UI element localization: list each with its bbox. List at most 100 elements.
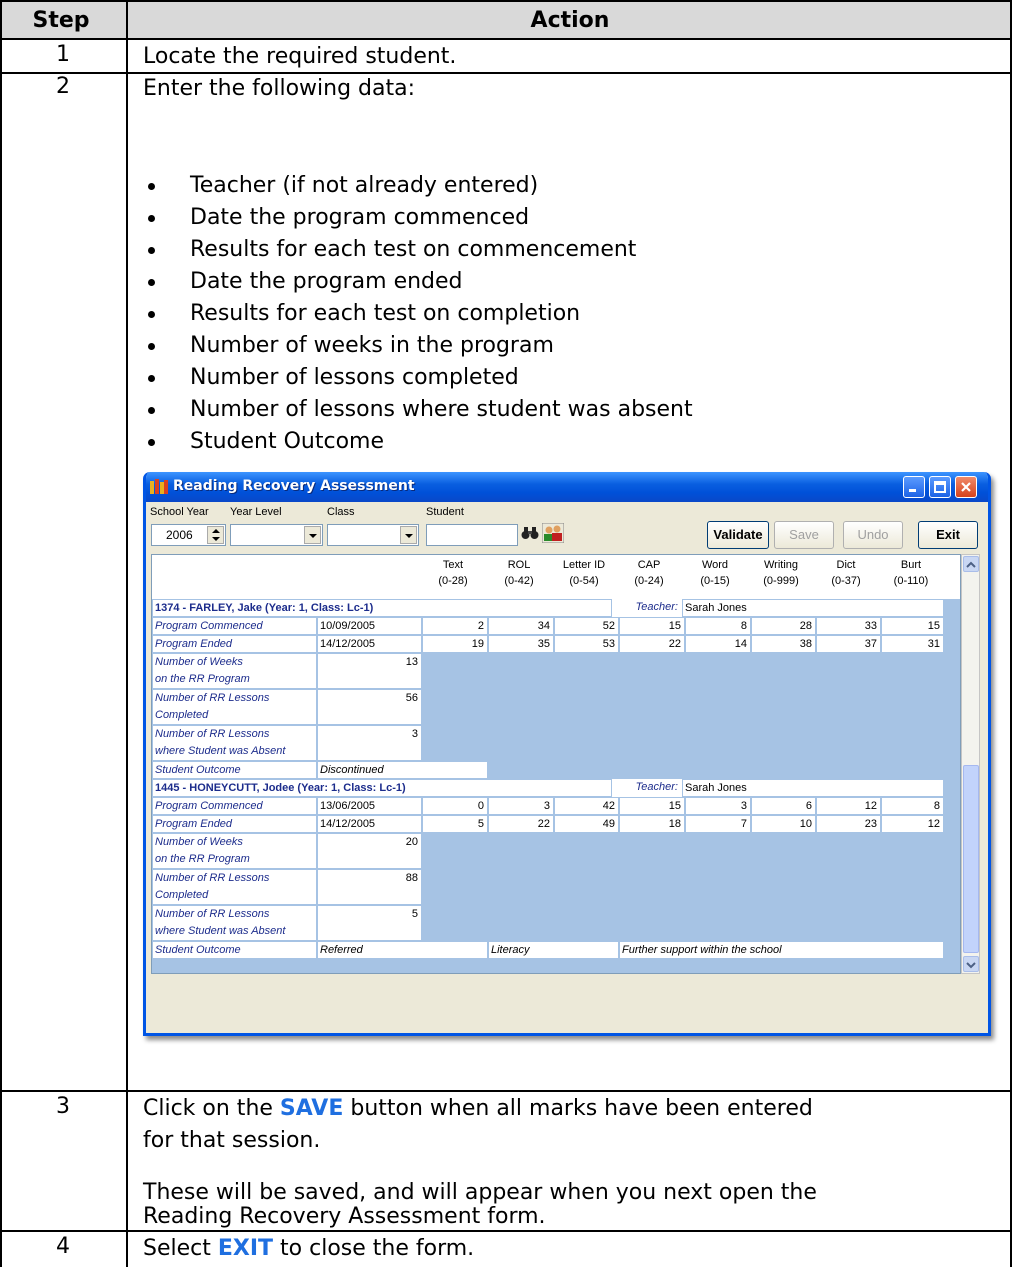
weeks-label: Number of Weeks on the RR Program <box>152 653 317 689</box>
lessons-field[interactable]: 88 <box>317 869 422 905</box>
table-border-top <box>0 0 1012 2</box>
lessons-field[interactable]: 56 <box>317 689 422 725</box>
score-field[interactable]: 3 <box>685 797 751 815</box>
step-text: Reading Recovery Assessment form. <box>143 1204 546 1229</box>
score-field[interactable]: 52 <box>554 617 619 635</box>
outcome-label: Student Outcome <box>152 941 317 959</box>
student-header[interactable]: 1445 - HONEYCUTT, Jodee (Year: 1, Class:… <box>152 779 612 797</box>
list-item: Date the program commenced <box>145 202 693 234</box>
undo-button[interactable]: Undo <box>843 521 903 549</box>
bullet-icon <box>148 439 155 446</box>
score-field[interactable]: 14 <box>685 635 751 653</box>
score-field[interactable]: 8 <box>881 797 944 815</box>
score-field[interactable]: 8 <box>685 617 751 635</box>
teacher-field[interactable]: Sarah Jones <box>682 779 944 797</box>
validate-button[interactable]: Validate <box>707 521 769 549</box>
window-title: Reading Recovery Assessment <box>173 478 415 494</box>
score-field[interactable]: 2 <box>422 617 488 635</box>
lessons-label: Number of RR Lessons Completed <box>152 689 317 725</box>
close-button[interactable] <box>955 476 977 498</box>
scroll-down-button[interactable] <box>963 956 979 972</box>
score-field[interactable]: 35 <box>488 635 554 653</box>
exit-keyword: EXIT <box>217 1236 274 1261</box>
score-field[interactable]: 22 <box>488 815 554 833</box>
student-header[interactable]: 1374 - FARLEY, Jake (Year: 1, Class: Lc-… <box>152 599 612 617</box>
column-header-dict: Dict (0-37) <box>831 559 861 587</box>
year-level-dropdown[interactable] <box>230 524 323 546</box>
score-field[interactable]: 49 <box>554 815 619 833</box>
outcome-field[interactable]: Discontinued <box>317 761 488 779</box>
outcome-label: Student Outcome <box>152 761 317 779</box>
vertical-scrollbar[interactable] <box>961 554 980 974</box>
commenced-date-field[interactable]: 13/06/2005 <box>317 797 422 815</box>
score-field[interactable]: 28 <box>751 617 816 635</box>
outcome-field[interactable]: Referred <box>317 941 488 959</box>
absent-field[interactable]: 5 <box>317 905 422 941</box>
list-item: Number of weeks in the program <box>145 330 693 362</box>
exit-button[interactable]: Exit <box>918 521 978 549</box>
class-dropdown[interactable] <box>327 524 419 546</box>
scroll-thumb[interactable] <box>963 765 979 953</box>
score-field[interactable]: 37 <box>816 635 881 653</box>
header-action: Action <box>530 8 610 33</box>
app-icon <box>150 479 168 494</box>
absent-field[interactable]: 3 <box>317 725 422 761</box>
people-icon[interactable] <box>542 523 564 543</box>
score-field[interactable]: 23 <box>816 815 881 833</box>
maximize-icon <box>934 481 946 493</box>
chevron-down-icon[interactable] <box>304 526 321 544</box>
list-item: Results for each test on completion <box>145 298 693 330</box>
ended-label: Program Ended <box>152 815 317 833</box>
weeks-field[interactable]: 20 <box>317 833 422 869</box>
minimize-button[interactable] <box>903 476 925 498</box>
score-field[interactable]: 31 <box>881 635 944 653</box>
score-field[interactable]: 42 <box>554 797 619 815</box>
score-field[interactable]: 6 <box>751 797 816 815</box>
score-field[interactable]: 53 <box>554 635 619 653</box>
school-year-value: 2006 <box>166 528 193 542</box>
maximize-button[interactable] <box>929 476 951 498</box>
scroll-up-button[interactable] <box>963 556 979 572</box>
absent-label: Number of RR Lessons where Student was Ab… <box>152 725 317 761</box>
outcome-field-2[interactable]: Literacy <box>488 941 619 959</box>
score-field[interactable]: 12 <box>881 815 944 833</box>
score-field[interactable]: 5 <box>422 815 488 833</box>
score-field[interactable]: 12 <box>816 797 881 815</box>
step-text: for that session. <box>143 1128 321 1153</box>
score-field[interactable]: 10 <box>751 815 816 833</box>
ended-date-field[interactable]: 14/12/2005 <box>317 815 422 833</box>
column-header-rol: ROL (0-42) <box>504 559 534 587</box>
outcome-field-3[interactable]: Further support within the school <box>619 941 944 959</box>
list-item: Number of lessons where student was abse… <box>145 394 693 426</box>
binoculars-icon[interactable] <box>521 526 539 540</box>
score-field[interactable]: 0 <box>422 797 488 815</box>
score-field[interactable]: 22 <box>619 635 685 653</box>
reading-recovery-window: Reading Recovery Assessment School Year … <box>143 472 991 1036</box>
weeks-field[interactable]: 13 <box>317 653 422 689</box>
score-field[interactable]: 15 <box>619 797 685 815</box>
spinner-arrows-icon[interactable] <box>207 526 224 544</box>
commenced-date-field[interactable]: 10/09/2005 <box>317 617 422 635</box>
list-item: Date the program ended <box>145 266 693 298</box>
teacher-label: Teacher: <box>612 779 682 797</box>
header-step: Step <box>32 8 90 33</box>
score-field[interactable]: 19 <box>422 635 488 653</box>
score-field[interactable]: 7 <box>685 815 751 833</box>
score-field[interactable]: 34 <box>488 617 554 635</box>
score-field[interactable]: 15 <box>881 617 944 635</box>
ended-date-field[interactable]: 14/12/2005 <box>317 635 422 653</box>
commenced-label: Program Commenced <box>152 617 317 635</box>
window-titlebar[interactable]: Reading Recovery Assessment <box>146 472 988 502</box>
score-field[interactable]: 38 <box>751 635 816 653</box>
ended-label: Program Ended <box>152 635 317 653</box>
score-field[interactable]: 33 <box>816 617 881 635</box>
chevron-down-icon[interactable] <box>400 526 417 544</box>
score-field[interactable]: 18 <box>619 815 685 833</box>
score-field[interactable]: 15 <box>619 617 685 635</box>
school-year-spinner[interactable]: 2006 <box>151 524 226 546</box>
list-item: Results for each test on commencement <box>145 234 693 266</box>
score-field[interactable]: 3 <box>488 797 554 815</box>
save-button[interactable]: Save <box>774 521 834 549</box>
teacher-field[interactable]: Sarah Jones <box>682 599 944 617</box>
student-input[interactable] <box>426 524 518 546</box>
